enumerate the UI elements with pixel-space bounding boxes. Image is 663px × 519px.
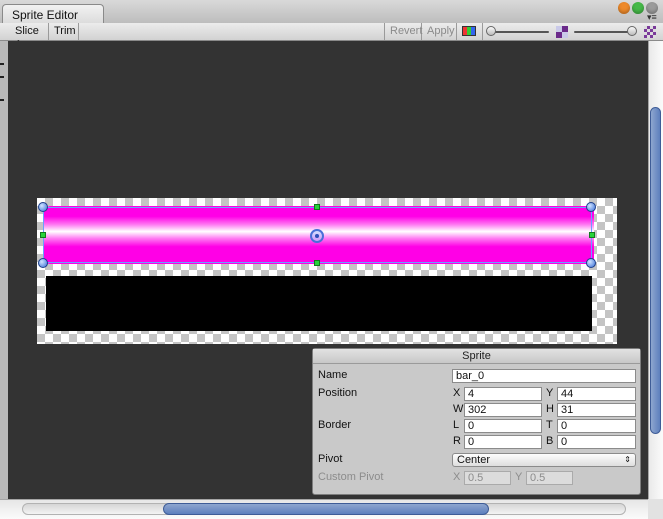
edge-handle-left[interactable] bbox=[40, 232, 46, 238]
tab-sprite-editor[interactable]: Sprite Editor bbox=[2, 4, 104, 23]
revert-button[interactable]: Revert bbox=[384, 23, 422, 40]
minimize-button[interactable] bbox=[618, 2, 630, 14]
t-label: T bbox=[546, 419, 553, 431]
corner-handle-top-right[interactable] bbox=[586, 202, 596, 212]
h-field[interactable]: 31 bbox=[557, 403, 636, 417]
mip-slider-track[interactable] bbox=[574, 31, 634, 33]
w-field[interactable]: 302 bbox=[464, 403, 542, 417]
edge-handle-right[interactable] bbox=[589, 232, 595, 238]
l-label: L bbox=[453, 419, 460, 431]
alpha-checker-icon bbox=[556, 26, 568, 38]
sprite-bar-black[interactable] bbox=[46, 276, 592, 331]
zoom-slider-track[interactable] bbox=[491, 31, 549, 33]
background-window-edge bbox=[0, 41, 8, 499]
zoom-slider-thumb[interactable] bbox=[486, 26, 496, 36]
rgb-channel-icon bbox=[462, 26, 476, 36]
t-field[interactable]: 0 bbox=[557, 419, 636, 433]
edge-handle-top[interactable] bbox=[314, 204, 320, 210]
dropdown-menu-icon[interactable]: ▾≡ bbox=[647, 12, 657, 23]
y-label: Y bbox=[546, 387, 554, 399]
pivot-label: Pivot bbox=[318, 453, 343, 465]
name-field[interactable]: bar_0 bbox=[452, 369, 636, 383]
border-label: Border bbox=[318, 419, 352, 431]
corner-handle-bottom-right[interactable] bbox=[586, 258, 596, 268]
slice-label: Slice bbox=[15, 25, 39, 37]
chevron-updown-icon: ⇕ bbox=[624, 455, 631, 464]
trim-label: Trim bbox=[54, 25, 76, 37]
r-label: R bbox=[453, 435, 461, 447]
trim-button[interactable]: Trim bbox=[49, 23, 79, 40]
sprite-inspector-panel: Sprite Name bar_0 Position X 4 Y 44 W 30… bbox=[312, 348, 641, 495]
edge-handle-bottom[interactable] bbox=[314, 260, 320, 266]
position-label: Position bbox=[318, 387, 358, 399]
mip-checker-icon bbox=[644, 26, 656, 38]
l-field[interactable]: 0 bbox=[464, 419, 542, 433]
pivot-handle[interactable] bbox=[310, 229, 324, 243]
scroll-corner bbox=[648, 499, 663, 519]
w-label: W bbox=[453, 403, 464, 415]
pivot-select[interactable]: Center ⇕ bbox=[452, 453, 636, 467]
panel-title: Sprite bbox=[313, 349, 640, 364]
h-label: H bbox=[546, 403, 554, 415]
vertical-scroll-thumb[interactable] bbox=[650, 107, 661, 434]
y-field[interactable]: 44 bbox=[557, 387, 636, 401]
x-field[interactable]: 4 bbox=[464, 387, 542, 401]
b-field[interactable]: 0 bbox=[557, 435, 636, 449]
custom-pivot-y-field[interactable]: 0.5 bbox=[526, 471, 573, 485]
pivot-select-value: Center bbox=[457, 454, 491, 466]
custom-pivot-label: Custom Pivot bbox=[318, 471, 384, 483]
apply-button[interactable]: Apply bbox=[422, 23, 457, 40]
b-label: B bbox=[546, 435, 554, 447]
custom-pivot-x-field[interactable]: 0.5 bbox=[464, 471, 511, 485]
corner-handle-top-left[interactable] bbox=[38, 202, 48, 212]
custom-pivot-x-label: X bbox=[453, 471, 461, 483]
horizontal-scroll-thumb[interactable] bbox=[163, 503, 489, 515]
r-field[interactable]: 0 bbox=[464, 435, 542, 449]
toolbar: Slice ⇕ Trim Revert Apply bbox=[0, 23, 663, 48]
revert-label: Revert bbox=[390, 25, 423, 37]
x-label: X bbox=[453, 387, 461, 399]
name-label: Name bbox=[318, 369, 348, 381]
mip-slider-thumb[interactable] bbox=[627, 26, 637, 36]
slice-button[interactable]: Slice ⇕ bbox=[10, 23, 49, 48]
zoom-button[interactable] bbox=[632, 2, 644, 14]
color-mode-button[interactable] bbox=[457, 23, 483, 40]
tab-title: Sprite Editor bbox=[12, 8, 79, 22]
corner-handle-bottom-left[interactable] bbox=[38, 258, 48, 268]
apply-label: Apply bbox=[427, 25, 455, 37]
window-tab-bar: Sprite Editor ▾≡ bbox=[0, 0, 663, 24]
custom-pivot-y-label: Y bbox=[515, 471, 523, 483]
